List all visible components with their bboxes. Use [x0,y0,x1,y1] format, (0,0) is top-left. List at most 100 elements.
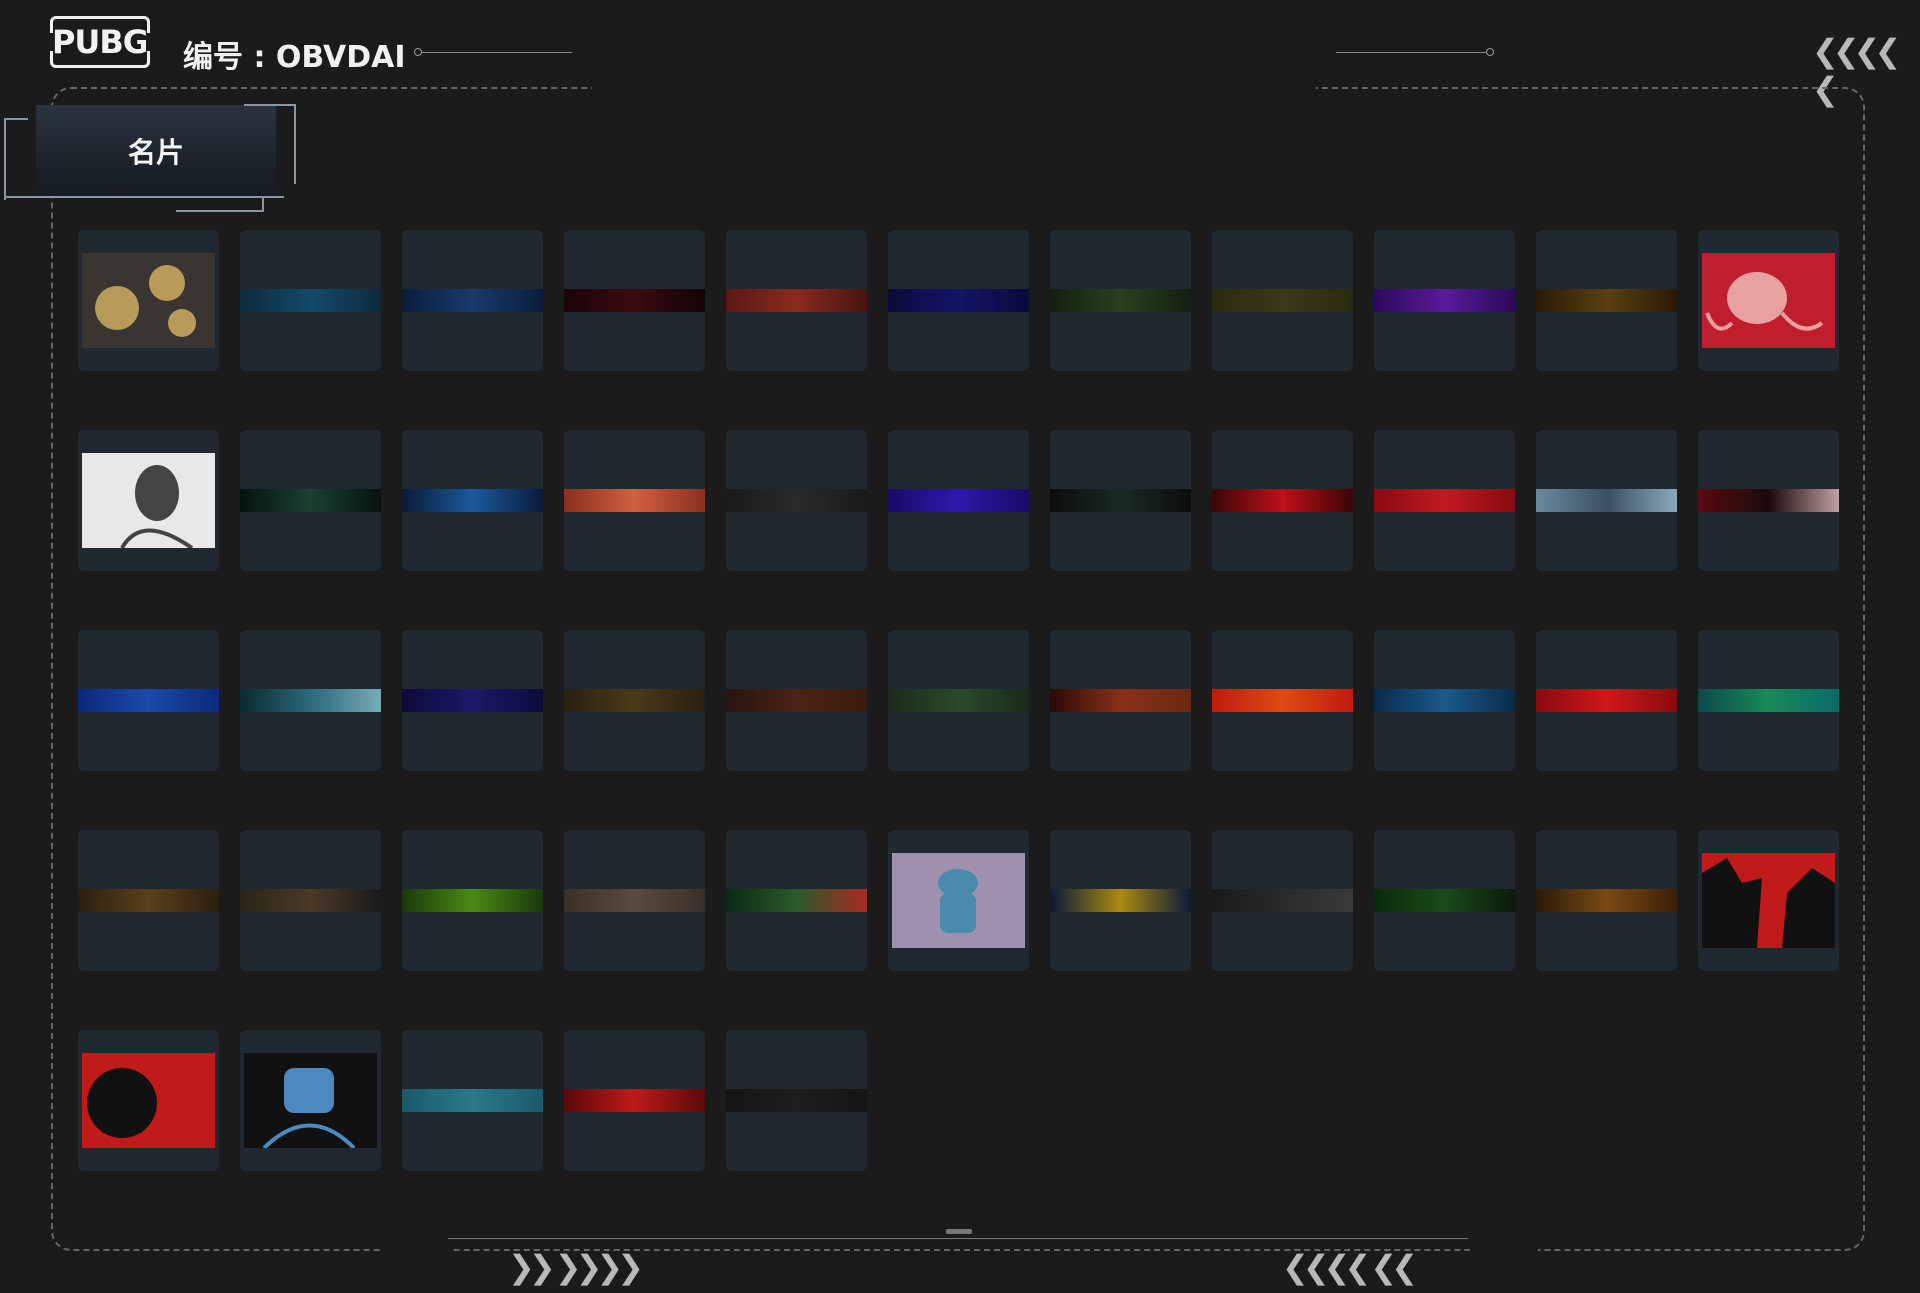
name-card-item[interactable] [1536,430,1677,571]
deco-line-right [1336,52,1488,53]
chevrons-right-icon: ❯❯ ❯❯❯❯ [508,1248,644,1286]
name-card-item[interactable] [888,830,1029,971]
name-card-item[interactable] [1374,830,1515,971]
name-card-item[interactable] [1050,230,1191,371]
name-card-item[interactable] [888,430,1029,571]
name-card-item[interactable] [1212,830,1353,971]
card-pattern-strip [564,1089,705,1112]
name-card-item[interactable] [78,430,219,571]
tab-name-card[interactable]: 名片 [36,105,276,197]
card-pattern-strip [240,889,381,912]
card-pattern-strip [1536,289,1677,312]
pubg-logo: PUBG [48,16,152,68]
name-card-item[interactable] [78,630,219,771]
name-card-item[interactable] [78,830,219,971]
card-pattern-strip [1212,889,1353,912]
name-card-item[interactable] [1698,830,1839,971]
card-pattern-strip [1536,489,1677,512]
name-card-item[interactable] [564,1030,705,1171]
name-card-item[interactable] [564,430,705,571]
name-card-item[interactable] [240,1030,381,1171]
bottom-scroll-track [448,1238,1468,1239]
name-card-item[interactable] [726,1030,867,1171]
name-card-item[interactable] [726,430,867,571]
card-pattern-strip [1050,689,1191,712]
card-pattern-strip [564,489,705,512]
name-card-item[interactable] [402,630,543,771]
tab-bracket-tl [4,118,28,200]
name-card-item[interactable] [240,430,381,571]
card-pattern-strip [564,689,705,712]
card-pattern-strip [402,689,543,712]
name-card-item[interactable] [726,630,867,771]
name-card-item[interactable] [78,230,219,371]
name-card-item[interactable] [78,1030,219,1171]
deco-dot-left [414,48,422,56]
name-card-item[interactable] [1698,230,1839,371]
card-pattern-strip [1374,289,1515,312]
name-card-item[interactable] [1050,430,1191,571]
name-card-item[interactable] [1536,230,1677,371]
name-card-item[interactable] [402,830,543,971]
card-pattern-strip [1050,889,1191,912]
card-pattern-strip [1536,689,1677,712]
name-card-item[interactable] [1536,630,1677,771]
name-card-item[interactable] [1374,230,1515,371]
name-card-item[interactable] [402,230,543,371]
card-pattern-strip [1050,489,1191,512]
name-card-item[interactable] [240,830,381,971]
card-pattern-strip [402,289,543,312]
card-pattern-strip [240,489,381,512]
card-pattern-strip [726,1089,867,1112]
name-card-item[interactable] [240,630,381,771]
card-pattern-strip [726,289,867,312]
name-card-item[interactable] [1050,630,1191,771]
name-card-item[interactable] [402,430,543,571]
name-card-item[interactable] [726,830,867,971]
name-card-item[interactable] [1698,630,1839,771]
card-pattern-strip [402,1089,543,1112]
wolves-icon [1702,853,1835,948]
name-card-item[interactable] [1698,430,1839,571]
card-pattern-strip [240,289,381,312]
card-pattern-strip [888,689,1029,712]
name-card-item[interactable] [1212,430,1353,571]
name-card-grid [78,230,1839,1171]
card-pattern-strip [78,689,219,712]
tab-bracket-b [176,198,264,212]
card-pattern-strip [1050,289,1191,312]
sketch-portrait-icon [82,453,215,548]
name-card-item[interactable] [564,230,705,371]
name-card-item[interactable] [1374,630,1515,771]
name-card-item[interactable] [1050,830,1191,971]
name-card-item[interactable] [726,230,867,371]
octopus-icon [1702,253,1835,348]
frame-gap-bottom-right [1470,1244,1538,1258]
name-card-item[interactable] [1212,230,1353,371]
name-card-item[interactable] [1536,830,1677,971]
name-card-item[interactable] [1212,630,1353,771]
card-pattern-strip [888,289,1029,312]
card-pattern-strip [78,889,219,912]
scroll-thumb[interactable] [946,1229,972,1234]
frame-gap-bottom-left [380,1244,450,1258]
card-pattern-strip [1698,689,1839,712]
name-card-item[interactable] [402,1030,543,1171]
card-pattern-strip [402,489,543,512]
card-pattern-strip [726,489,867,512]
name-card-item[interactable] [888,630,1029,771]
name-card-item[interactable] [564,630,705,771]
chevrons-left-icon: ❮❮❮❮ ❮❮ [1282,1248,1418,1286]
name-card-item[interactable] [240,230,381,371]
card-pattern-strip [240,689,381,712]
card-pattern-strip [564,889,705,912]
name-card-item[interactable] [888,230,1029,371]
frog-knight-icon [892,853,1025,948]
panther-good-luck-icon [82,1053,215,1148]
name-card-item[interactable] [564,830,705,971]
card-pattern-strip [1212,689,1353,712]
deco-line-left [422,52,572,53]
card-pattern-strip [1212,489,1353,512]
name-card-item[interactable] [1374,430,1515,571]
card-pattern-strip [402,889,543,912]
